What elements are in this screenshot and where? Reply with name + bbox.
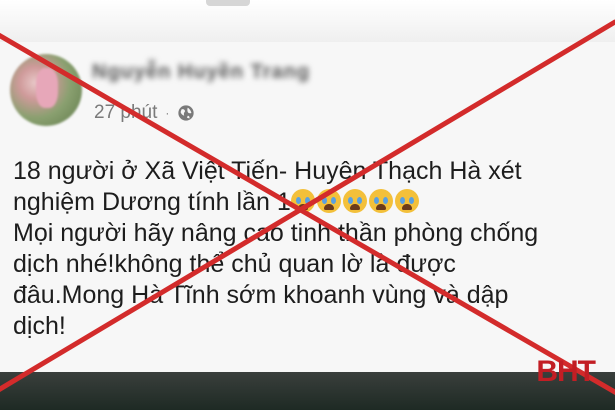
crying-face-icon [316, 189, 341, 213]
post-text: 18 người ở Xã Việt Tiến- Huyện Thạch Hà … [13, 156, 603, 342]
author-avatar[interactable] [10, 54, 82, 126]
post-time[interactable]: 27 phút [94, 102, 157, 124]
post-line-2-text: nghiệm Dương tính lần 1 [13, 188, 291, 216]
crying-face-icon [368, 189, 393, 213]
crying-face-icon [342, 189, 367, 213]
bottom-bar [0, 372, 615, 410]
post-line-1: 18 người ở Xã Việt Tiến- Huyện Thạch Hà … [13, 157, 522, 185]
watermark-logo: BHT [536, 355, 596, 388]
avatar-figure [36, 68, 58, 108]
post-line-3: Mọi người hãy nâng cao tinh thần phòng c… [13, 219, 539, 247]
crying-face-icon [394, 189, 419, 213]
meta-separator: · [165, 106, 170, 120]
author-name[interactable]: Nguyễn Huyền Trang [92, 60, 310, 84]
post-line-2: nghiệm Dương tính lần 1 [13, 187, 603, 218]
post-meta: 27 phút · [94, 100, 195, 126]
notch [206, 0, 250, 6]
post-line-6: dịch! [13, 312, 66, 340]
globe-icon[interactable] [177, 104, 195, 122]
post-line-4: dịch nhé!không thể chủ quan lờ là được [13, 250, 456, 278]
post-line-5: đâu.Mong Hà Tĩnh sớm khoanh vùng và dập [13, 281, 509, 309]
crying-face-icon [290, 189, 315, 213]
top-strip [0, 0, 615, 42]
